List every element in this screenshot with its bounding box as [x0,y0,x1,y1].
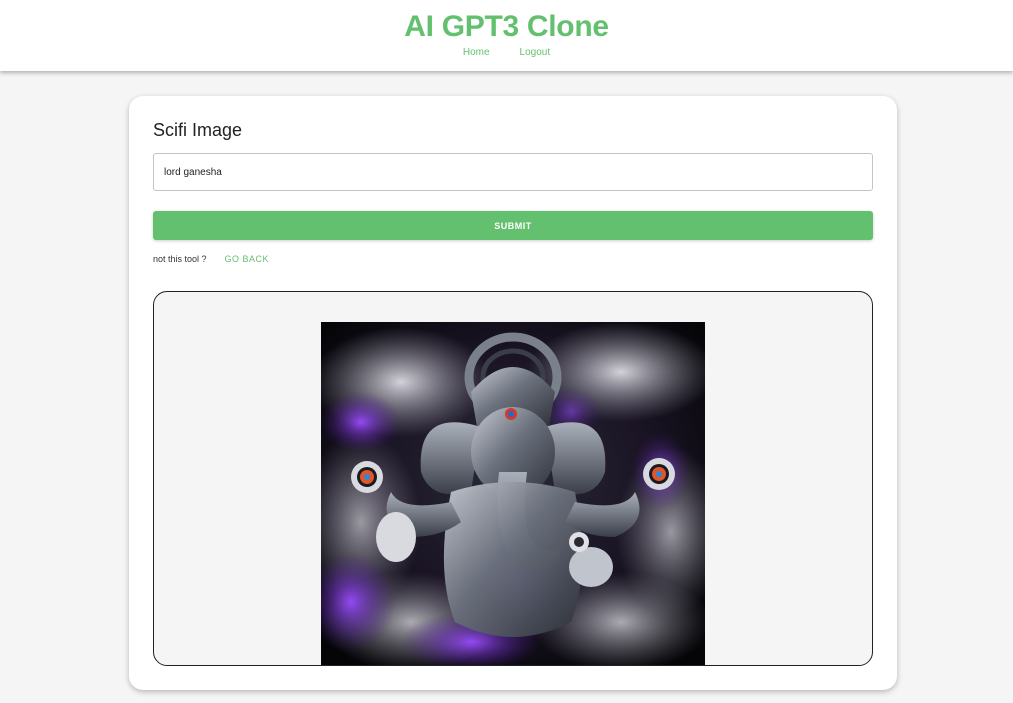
result-container [153,291,873,666]
tool-card: Scifi Image SUBMIT not this tool ? GO BA… [129,96,897,690]
generated-image [321,322,705,665]
ganesha-artwork-icon [321,322,705,665]
not-this-tool-text: not this tool ? [153,254,207,264]
top-header: AI GPT3 Clone Home Logout [0,0,1013,71]
tool-title: Scifi Image [153,120,243,140]
submit-button[interactable]: SUBMIT [153,211,873,240]
app-title: AI GPT3 Clone [404,10,609,43]
go-back-link[interactable]: GO BACK [225,254,270,264]
top-nav: Home Logout [0,47,1013,58]
nav-logout-link[interactable]: Logout [520,47,551,58]
tool-footer: not this tool ? GO BACK [153,254,269,264]
prompt-input[interactable] [153,153,873,191]
nav-home-link[interactable]: Home [463,47,490,58]
